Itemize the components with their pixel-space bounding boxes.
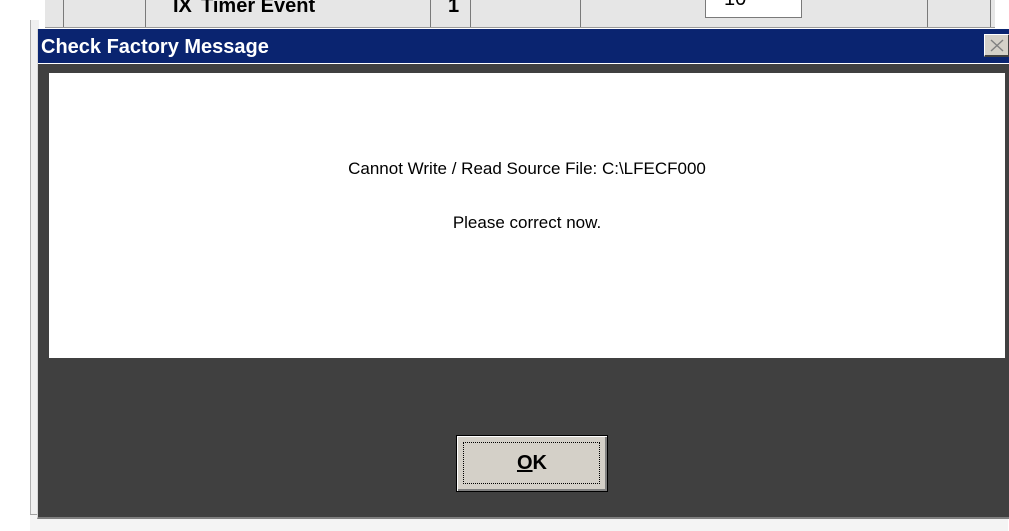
ok-button[interactable]: OK xyxy=(456,435,608,492)
row-check: IX xyxy=(173,0,192,17)
ok-mnemonic: O xyxy=(516,452,533,474)
message-error-line: Cannot Write / Read Source File: C:\LFEC… xyxy=(348,159,706,178)
ok-label-rest: K xyxy=(532,452,547,474)
message-dialog: Check Factory Message Cannot Write / Rea… xyxy=(37,29,1009,519)
grid-divider xyxy=(580,0,581,27)
grid-divider xyxy=(927,0,928,27)
ok-button-label: OK xyxy=(517,452,547,475)
close-icon xyxy=(990,38,1003,52)
close-button[interactable] xyxy=(984,34,1009,57)
row-count: 1 xyxy=(448,0,460,17)
grid-divider xyxy=(990,0,991,27)
dialog-title: Check Factory Message xyxy=(41,36,269,58)
grid-divider xyxy=(63,0,64,27)
dialog-titlebar[interactable]: Check Factory Message xyxy=(38,29,1009,64)
message-instruction-line: Please correct now. xyxy=(452,213,602,232)
grid-divider xyxy=(145,0,146,27)
row-value-cell: 10 xyxy=(705,0,802,18)
grid-divider xyxy=(430,0,431,27)
row-label: Timer Event xyxy=(201,0,316,17)
message-panel: Cannot Write / Read Source File: C:\LFEC… xyxy=(49,73,1005,358)
row-value: 10 xyxy=(724,0,746,9)
background-grid-row: IX Timer Event 1 10 xyxy=(45,0,995,28)
grid-divider xyxy=(470,0,471,27)
